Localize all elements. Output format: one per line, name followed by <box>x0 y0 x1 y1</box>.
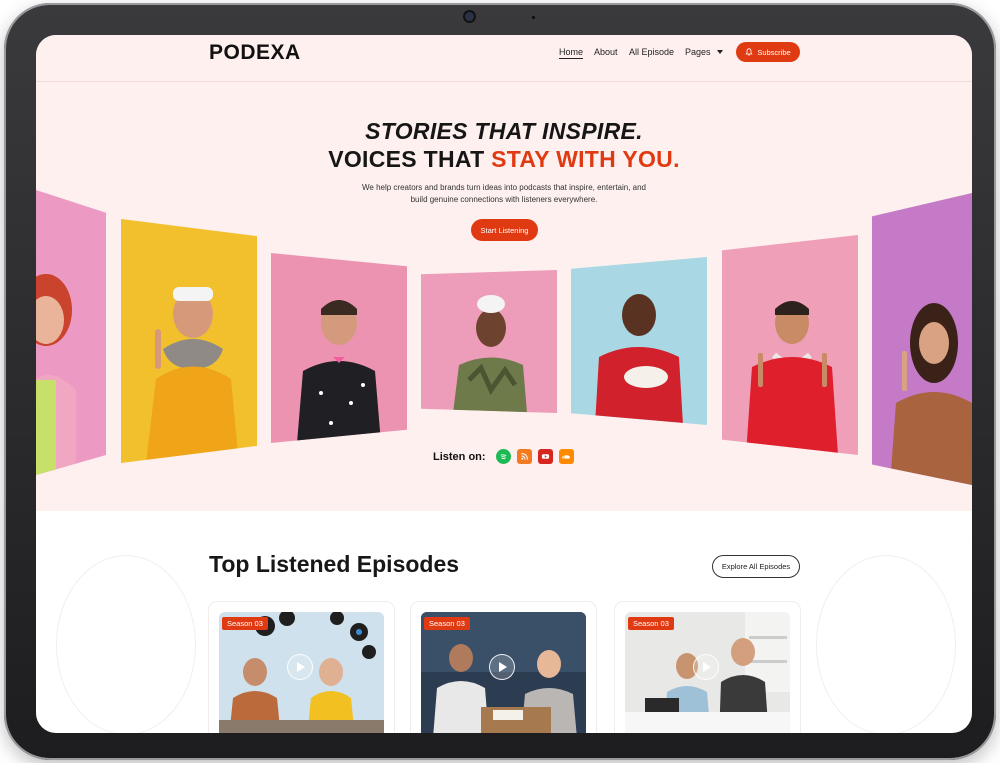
host-photo <box>36 274 76 475</box>
subscribe-label: Subscribe <box>757 47 791 57</box>
hero-title-accent: STAY WITH YOU. <box>491 146 680 172</box>
start-listening-button[interactable]: Start Listening <box>471 219 538 241</box>
host-card-6 <box>722 235 858 455</box>
hero-section: PODEXA Home About All Episode Pages Subs… <box>36 35 972 511</box>
sensor-dot <box>532 16 535 19</box>
host-photo <box>297 300 381 443</box>
soundcloud-icon[interactable] <box>558 449 574 464</box>
nav-pages-label: Pages <box>685 47 711 57</box>
hero-title: STORIES THAT INSPIRE. VOICES THAT STAY W… <box>36 117 972 173</box>
hero-title-line2-part1: VOICES THAT <box>328 146 492 172</box>
tablet-frame: PODEXA Home About All Episode Pages Subs… <box>4 3 996 760</box>
youtube-glyph <box>541 454 549 459</box>
hero-title-line1: STORIES THAT INSPIRE. <box>365 118 643 144</box>
host-card-2 <box>121 219 257 463</box>
listen-on-label: Listen on: <box>433 450 486 463</box>
episode-thumbnail[interactable]: Season 03 <box>219 612 384 733</box>
chevron-down-icon <box>716 50 723 54</box>
nav-all-episode[interactable]: All Episode <box>629 47 674 57</box>
hero-description: We help creators and brands turn ideas i… <box>361 183 647 204</box>
host-photo <box>890 303 972 485</box>
camera-icon <box>465 12 474 21</box>
episode-card[interactable]: Season 03 <box>615 602 800 733</box>
spotify-glyph <box>500 454 506 460</box>
bell-icon <box>745 48 753 56</box>
episode-thumbnail[interactable]: Season 03 <box>421 612 586 733</box>
host-photo <box>453 295 527 413</box>
spotify-icon[interactable] <box>495 449 511 464</box>
episode-card[interactable]: Season 03 <box>411 602 596 733</box>
host-card-7 <box>872 193 972 485</box>
youtube-icon[interactable] <box>537 449 553 464</box>
host-photo <box>595 294 683 425</box>
episode-thumbnail[interactable]: Season 03 <box>625 612 790 733</box>
headphone-outline-decoration <box>816 555 956 733</box>
play-icon[interactable] <box>287 654 313 680</box>
brand-logo[interactable]: PODEXA <box>209 41 301 65</box>
nav-about[interactable]: About <box>594 47 618 57</box>
listen-on-bar: Listen on: <box>433 449 574 464</box>
soundcloud-glyph <box>562 455 570 459</box>
host-card-5 <box>571 257 707 425</box>
nav-home[interactable]: Home <box>559 47 584 59</box>
season-badge: Season 03 <box>424 617 470 630</box>
screen: PODEXA Home About All Episode Pages Subs… <box>36 35 972 733</box>
host-photo <box>146 287 239 463</box>
host-photo <box>746 301 838 455</box>
season-badge: Season 03 <box>628 617 674 630</box>
hero-title-line2: VOICES THAT STAY WITH YOU. <box>36 145 972 173</box>
host-card-4 <box>421 270 557 413</box>
host-card-3 <box>271 253 407 443</box>
subscribe-button[interactable]: Subscribe <box>736 42 800 62</box>
rss-glyph <box>520 453 528 460</box>
explore-all-episodes-button[interactable]: Explore All Episodes <box>712 555 800 578</box>
rss-icon[interactable] <box>516 449 532 464</box>
header-divider <box>36 81 972 82</box>
nav-pages[interactable]: Pages <box>685 47 723 57</box>
play-icon[interactable] <box>489 654 515 680</box>
play-icon[interactable] <box>693 654 719 680</box>
headphone-outline-decoration <box>56 555 196 733</box>
host-card-1 <box>36 190 106 475</box>
episode-card[interactable]: Season 03 <box>209 602 394 733</box>
season-badge: Season 03 <box>222 617 268 630</box>
section-title: Top Listened Episodes <box>209 551 460 577</box>
